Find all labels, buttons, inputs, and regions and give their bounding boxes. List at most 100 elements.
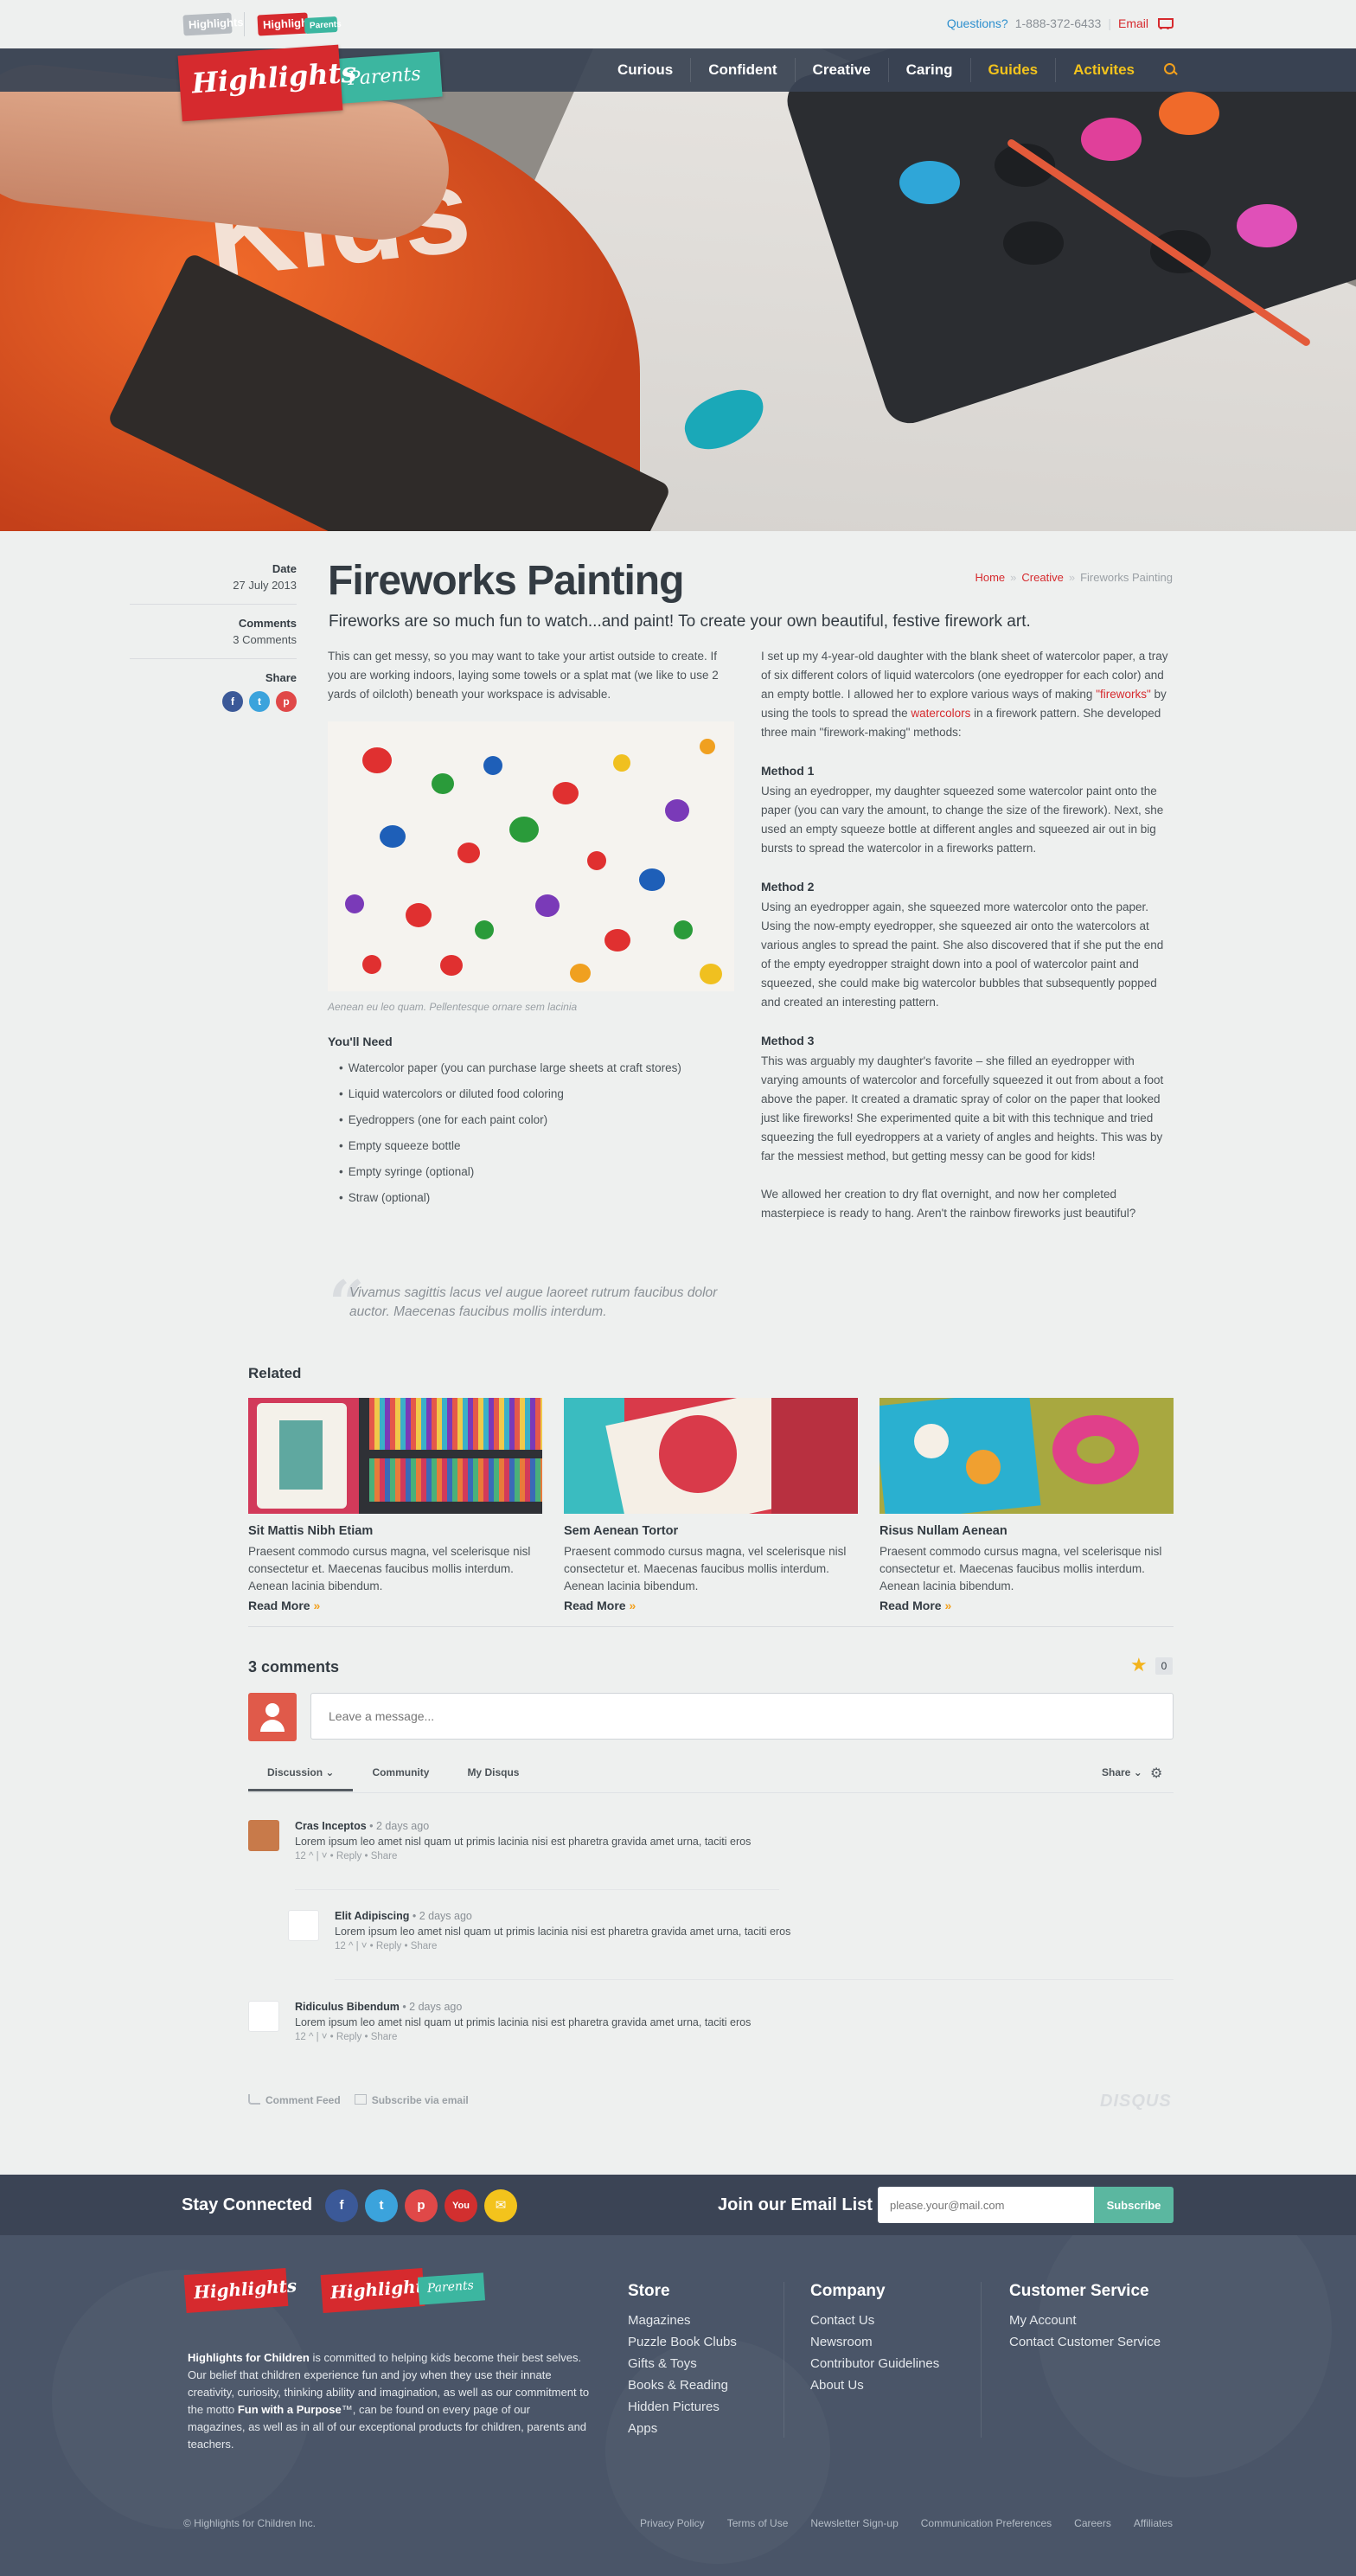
pinterest-icon[interactable]: p xyxy=(405,2189,438,2222)
highlights-parents-logo-small[interactable]: Highlights xyxy=(257,12,318,36)
read-more-arrow: » xyxy=(629,1599,636,1612)
twitter-icon[interactable]: t xyxy=(249,691,270,712)
avatar[interactable] xyxy=(248,1820,279,1851)
parents-logo-tag[interactable]: Parents xyxy=(304,16,342,34)
footer: Highlights Highlights Parents Highlights… xyxy=(0,2235,1356,2576)
footer-link-books-reading[interactable]: Books & Reading xyxy=(628,2374,737,2396)
comment-actions[interactable]: 12 ^ | ˅ • Reply • Share xyxy=(335,1941,1027,1951)
divider xyxy=(244,12,245,36)
facebook-icon[interactable]: f xyxy=(325,2189,358,2222)
footer-link-gifts-toys[interactable]: Gifts & Toys xyxy=(628,2353,737,2374)
subscribe-email-link[interactable]: Subscribe via email xyxy=(354,2094,469,2106)
breadcrumb: Home » Creative » Fireworks Painting xyxy=(975,571,1173,584)
youtube-icon[interactable]: You xyxy=(445,2189,477,2222)
footer-link-my-account[interactable]: My Account xyxy=(1009,2310,1161,2331)
cart-icon[interactable] xyxy=(1155,16,1174,30)
related-card[interactable]: Risus Nullam Aenean Praesent commodo cur… xyxy=(879,1398,1174,1612)
related-card[interactable]: Sit Mattis Nibh Etiam Praesent commodo c… xyxy=(248,1398,542,1612)
tab-label: Discussion xyxy=(267,1766,323,1778)
nav-item-caring[interactable]: Caring xyxy=(887,58,970,82)
comments-count-link[interactable]: 3 Comments xyxy=(130,633,297,646)
highlights-logo-small[interactable]: Highlights xyxy=(182,12,244,36)
disqus-logo[interactable]: DISQUS xyxy=(1100,2092,1172,2111)
nav-item-guides[interactable]: Guides xyxy=(969,58,1056,82)
footer-link-contributor-guidelines[interactable]: Contributor Guidelines xyxy=(810,2353,939,2374)
related-card[interactable]: Sem Aenean Tortor Praesent commodo cursu… xyxy=(564,1398,858,1612)
footer-company: Company Contact Us Newsroom Contributor … xyxy=(810,2282,939,2396)
footer-link-apps[interactable]: Apps xyxy=(628,2418,737,2439)
footer-parents-tag[interactable]: Parents xyxy=(417,2272,486,2305)
nav-item-curious[interactable]: Curious xyxy=(600,58,690,82)
star-icon[interactable]: ★ xyxy=(1130,1656,1148,1675)
footer-link-privacy-policy[interactable]: Privacy Policy xyxy=(640,2517,705,2529)
watercolors-link[interactable]: watercolors xyxy=(911,707,970,720)
subscribe-button[interactable]: Subscribe xyxy=(1094,2187,1174,2223)
related-title[interactable]: Risus Nullam Aenean xyxy=(879,1524,1174,1538)
comment-author[interactable]: Ridiculus Bibendum xyxy=(295,2001,400,2013)
phone-number[interactable]: 1-888-372-6433 xyxy=(1015,16,1102,30)
footer-link-newsletter-signup[interactable]: Newsletter Sign-up xyxy=(810,2517,898,2529)
email-icon[interactable]: ✉ xyxy=(484,2189,517,2222)
comment-feed-link[interactable]: Comment Feed xyxy=(248,2094,341,2106)
read-more-link[interactable]: Read More » xyxy=(248,1599,542,1612)
questions-link[interactable]: Questions? xyxy=(947,16,1008,30)
divider xyxy=(248,1792,1174,1793)
comment-author[interactable]: Cras Inceptos xyxy=(295,1820,367,1832)
footer-link-magazines[interactable]: Magazines xyxy=(628,2310,737,2331)
highlights-logo[interactable]: Highlights xyxy=(177,44,357,122)
footer-link-contact-customer-service[interactable]: Contact Customer Service xyxy=(1009,2331,1161,2353)
avatar[interactable] xyxy=(248,2001,279,2032)
breadcrumb-creative[interactable]: Creative xyxy=(1021,571,1063,584)
comment-actions[interactable]: 12 ^ | ˅ • Reply • Share xyxy=(295,1851,987,1862)
read-more-arrow: » xyxy=(313,1599,321,1612)
newsletter-email-input[interactable] xyxy=(878,2187,1094,2223)
gear-icon[interactable]: ⚙ xyxy=(1150,1765,1162,1782)
avatar[interactable] xyxy=(288,1910,319,1941)
breadcrumb-current: Fireworks Painting xyxy=(1080,571,1173,584)
related-image[interactable] xyxy=(879,1398,1174,1514)
nav-item-creative[interactable]: Creative xyxy=(794,58,888,82)
nav-item-activites[interactable]: Activites xyxy=(1055,58,1152,82)
tab-community[interactable]: Community xyxy=(353,1761,448,1791)
comment-input[interactable] xyxy=(310,1693,1174,1740)
related-title[interactable]: Sem Aenean Tortor xyxy=(564,1524,858,1538)
related-image[interactable] xyxy=(564,1398,858,1514)
footer-link-newsroom[interactable]: Newsroom xyxy=(810,2331,939,2353)
related-title[interactable]: Sit Mattis Nibh Etiam xyxy=(248,1524,542,1538)
email-list-heading: Join our Email List xyxy=(718,2195,873,2214)
search-icon[interactable] xyxy=(1164,63,1178,77)
footer-link-contact-us[interactable]: Contact Us xyxy=(810,2310,939,2331)
footer-highlights-parents-logo[interactable]: Highlights xyxy=(320,2267,434,2314)
footer-link-terms-of-use[interactable]: Terms of Use xyxy=(727,2517,789,2529)
comment-author[interactable]: Elit Adipiscing xyxy=(335,1910,409,1922)
nav-item-confident[interactable]: Confident xyxy=(690,58,794,82)
tab-my-disqus[interactable]: My Disqus xyxy=(448,1761,538,1791)
read-more-link[interactable]: Read More » xyxy=(564,1599,858,1612)
about-strong: Highlights for Children xyxy=(188,2351,310,2364)
breadcrumb-home[interactable]: Home xyxy=(975,571,1005,584)
supplies-list: Watercolor paper (you can purchase large… xyxy=(339,1059,681,1214)
pinterest-icon[interactable]: p xyxy=(276,691,297,712)
footer-link-affiliates[interactable]: Affiliates xyxy=(1134,2517,1173,2529)
method-2-text: Using an eyedropper again, she squeezed … xyxy=(761,900,1164,1009)
facebook-icon[interactable]: f xyxy=(222,691,243,712)
comment-actions[interactable]: 12 ^ | ˅ • Reply • Share xyxy=(295,2032,987,2042)
footer-highlights-logo[interactable]: Highlights xyxy=(183,2267,297,2314)
tab-discussion[interactable]: Discussion ⌄ xyxy=(248,1761,354,1791)
footer-link-communication-preferences[interactable]: Communication Preferences xyxy=(921,2517,1052,2529)
footer-link-about-us[interactable]: About Us xyxy=(810,2374,939,2396)
comment-body: Ridiculus Bibendum • 2 days ago Lorem ip… xyxy=(295,2001,987,2042)
read-more-label: Read More xyxy=(879,1599,942,1612)
comment-text: Lorem ipsum leo amet nisl quam ut primis… xyxy=(335,1926,791,1938)
footer-link-hidden-pictures[interactable]: Hidden Pictures xyxy=(628,2396,737,2418)
email-link[interactable]: Email xyxy=(1118,16,1148,30)
share-dropdown[interactable]: Share ⌄ xyxy=(1102,1766,1142,1778)
read-more-link[interactable]: Read More » xyxy=(879,1599,1174,1612)
twitter-icon[interactable]: t xyxy=(365,2189,398,2222)
comment-feed-links: Comment Feed Subscribe via email xyxy=(248,2094,469,2106)
footer-link-careers[interactable]: Careers xyxy=(1074,2517,1111,2529)
footer-link-puzzle-book-clubs[interactable]: Puzzle Book Clubs xyxy=(628,2331,737,2353)
body-intro: I set up my 4-year-old daughter with the… xyxy=(761,647,1174,742)
fireworks-link[interactable]: "fireworks" xyxy=(1096,688,1151,701)
related-image[interactable] xyxy=(248,1398,542,1514)
